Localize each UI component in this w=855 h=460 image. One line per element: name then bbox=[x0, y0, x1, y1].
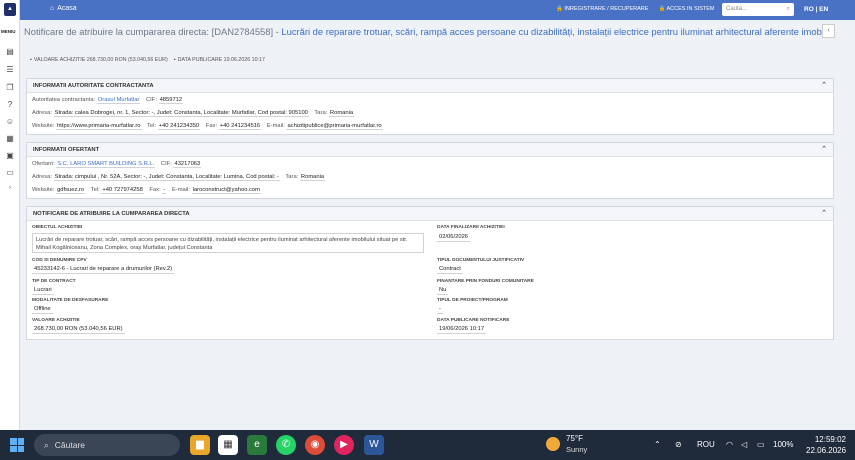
chevron-up-icon[interactable]: ⌃ bbox=[654, 440, 661, 449]
supplier-panel: INFORMATII OFERTANT ⌃ Ofertant: S.C. LAR… bbox=[26, 142, 834, 199]
pub-date-value: 19/06/2026 10:17 bbox=[437, 326, 487, 334]
site-logo[interactable]: ▲ bbox=[4, 3, 16, 16]
chevron-up-icon[interactable]: ⌃ bbox=[821, 81, 827, 89]
chat-icon[interactable]: ▭ bbox=[5, 168, 15, 178]
list-icon[interactable]: ☰ bbox=[5, 65, 15, 75]
left-sidebar: ▲ MENIU ▤ ☰ ❐ ? ☺ ▦ ▣ ▭ › bbox=[0, 0, 20, 430]
windows-taskbar: ⌕ Căutare ▆ ▦ e ✆ ◉ ▶ W 75°F Sunny ⌃ ⊘ R… bbox=[0, 430, 855, 460]
authority-address-row: Adresa: Strada: calea Dobrogei, nr. 1, S… bbox=[32, 110, 355, 117]
authority-contact-row: Website: https://www.primaria-murfatlar.… bbox=[32, 123, 383, 130]
document-icon[interactable]: ▤ bbox=[5, 47, 15, 57]
home-label: Acasa bbox=[57, 5, 77, 12]
chevron-up-icon[interactable]: ⌃ bbox=[821, 145, 827, 153]
clock-time: 12:59:02 bbox=[814, 435, 846, 444]
pub-date-label: DATA PUBLICARE NOTIFICARE bbox=[437, 318, 510, 323]
date-meta: ▪ DATA PUBLICARE 19.06.2026 10:17 bbox=[173, 57, 265, 63]
menu-label[interactable]: MENIU bbox=[1, 29, 16, 34]
word-icon[interactable]: W bbox=[364, 435, 384, 455]
store-icon[interactable]: ▦ bbox=[218, 435, 238, 455]
supplier-row: Ofertant: S.C. LARO SMART BUILDING S.R.L… bbox=[32, 161, 202, 168]
page-title: Notificare de atribuire la cumpararea di… bbox=[24, 26, 836, 37]
battery-percent: 100% bbox=[773, 440, 794, 449]
search-icon[interactable]: ⌕ bbox=[787, 6, 790, 13]
project-type-value: - bbox=[437, 306, 443, 314]
authority-website[interactable]: https://www.primaria-murfatlar.ro bbox=[56, 123, 142, 130]
eu-funds-label: FINANTARE PRIN FONDURI COMUNITARE bbox=[437, 279, 534, 284]
search-input[interactable]: Cauta... ⌕ bbox=[722, 3, 794, 16]
mode-value: Offline bbox=[32, 306, 53, 314]
battery-icon[interactable]: ▭ bbox=[757, 440, 765, 449]
supplier-link[interactable]: S.C. LARO SMART BUILDING S.R.L. bbox=[56, 161, 156, 168]
user-icon[interactable]: ☺ bbox=[5, 117, 15, 127]
value-label: VALOARE ACHIZITIE bbox=[32, 318, 80, 323]
chrome-icon[interactable]: ◉ bbox=[305, 435, 325, 455]
authority-panel-header[interactable]: INFORMATII AUTORITATE CONTRACTANTA ⌃ bbox=[27, 79, 833, 93]
edge-icon[interactable]: e bbox=[247, 435, 267, 455]
project-type-label: TIPUL DE PROIECT/PROGRAM bbox=[437, 298, 508, 303]
help-icon[interactable]: ? bbox=[5, 100, 15, 110]
whatsapp-icon[interactable]: ✆ bbox=[276, 435, 296, 455]
award-panel: NOTIFICARE DE ATRIBUIRE LA CUMPARAREA DI… bbox=[26, 206, 834, 340]
supplier-address-row: Adresa: Strada: cimpului , Nr. 52A, Sect… bbox=[32, 174, 326, 181]
home-icon: ⌂ bbox=[50, 5, 55, 12]
media-player-icon[interactable]: ▶ bbox=[334, 435, 354, 455]
authority-panel: INFORMATII AUTORITATE CONTRACTANTA ⌃ Aut… bbox=[26, 78, 834, 135]
doc-type-value: Contract bbox=[437, 266, 463, 274]
search-placeholder: Cauta... bbox=[726, 6, 748, 12]
system-clock[interactable]: 12:59:02 22.06.2026 bbox=[806, 434, 846, 456]
doc-type-label: TIPUL DOCUMENTULUI JUSTIFICATIV bbox=[437, 258, 525, 263]
object-value: Lucrări de reparare trotuar, scări, ramp… bbox=[32, 233, 424, 253]
end-date-label: DATA FINALIZARII ACHIZITIEI bbox=[437, 225, 505, 230]
contract-type-value: Lucrari bbox=[32, 287, 54, 295]
start-button[interactable] bbox=[10, 438, 24, 452]
money-icon: ▪ bbox=[30, 57, 32, 63]
input-language[interactable]: ROU bbox=[697, 440, 715, 449]
eu-funds-value: Nu bbox=[437, 287, 449, 295]
login-link[interactable]: 🔒 ACCES IN SISTEM bbox=[658, 6, 714, 12]
supplier-contact-row: Website: gdfsuez.ro Tel: +40 727974258 F… bbox=[32, 187, 261, 194]
file-explorer-icon[interactable]: ▆ bbox=[190, 435, 210, 455]
clock-date: 22.06.2026 bbox=[806, 446, 847, 455]
chevron-up-icon[interactable]: ⌃ bbox=[821, 209, 827, 217]
chart-icon[interactable]: ▦ bbox=[5, 134, 15, 144]
notice-meta: ▪ VALOARE ACHIZITIE 268.730,00 RON (53.04… bbox=[30, 57, 265, 63]
cpv-label: COD SI DENUMIRE CPV bbox=[32, 258, 87, 263]
contract-type-label: TIP DE CONTRACT bbox=[32, 279, 76, 284]
register-link[interactable]: 🔒 INREGISTRARE / RECUPERARE bbox=[556, 6, 648, 12]
authority-link[interactable]: Orasul Murfatlar bbox=[96, 97, 141, 104]
authority-row: Autoritatea contractanta: Orasul Murfatl… bbox=[32, 97, 184, 104]
cpv-value: 45233142-6 - Lucrari de reparare a drumu… bbox=[32, 266, 175, 274]
language-switch[interactable]: RO | EN bbox=[804, 6, 828, 13]
award-panel-header[interactable]: NOTIFICARE DE ATRIBUIRE LA CUMPARAREA DI… bbox=[27, 207, 833, 221]
calendar-icon: ▪ bbox=[173, 57, 176, 63]
taskbar-search[interactable]: ⌕ Căutare bbox=[34, 434, 180, 456]
object-label: OBIECTUL ACHIZITIEI bbox=[32, 225, 83, 230]
collapse-button[interactable]: ‹ bbox=[822, 24, 835, 38]
sun-icon bbox=[546, 437, 560, 451]
value-meta: ▪ VALOARE ACHIZITIE 268.730,00 RON (53.04… bbox=[30, 57, 168, 63]
volume-icon[interactable]: ◁ bbox=[741, 440, 747, 449]
expand-icon[interactable]: › bbox=[5, 183, 15, 193]
supplier-panel-header[interactable]: INFORMATII OFERTANT ⌃ bbox=[27, 143, 833, 157]
end-date-value: 02/06/2026 bbox=[437, 234, 471, 242]
mode-label: MODALITATE DE DESFASURARE bbox=[32, 298, 109, 303]
files-icon[interactable]: ❐ bbox=[5, 83, 15, 93]
title-highlight: Lucrări de reparare trotuar, scări, ramp… bbox=[281, 26, 836, 37]
network-off-icon[interactable]: ⊘ bbox=[675, 440, 682, 449]
home-link[interactable]: ⌂ Acasa bbox=[50, 5, 77, 12]
grid-icon[interactable]: ▣ bbox=[5, 151, 15, 161]
supplier-website[interactable]: gdfsuez.ro bbox=[56, 187, 86, 194]
top-navbar: ⌂ Acasa 🔒 INREGISTRARE / RECUPERARE 🔒 AC… bbox=[0, 0, 855, 20]
value-value: 268.730,00 RON (53.040,56 EUR) bbox=[32, 326, 125, 334]
wifi-icon[interactable]: ◠ bbox=[726, 440, 733, 449]
search-icon: ⌕ bbox=[44, 439, 49, 450]
